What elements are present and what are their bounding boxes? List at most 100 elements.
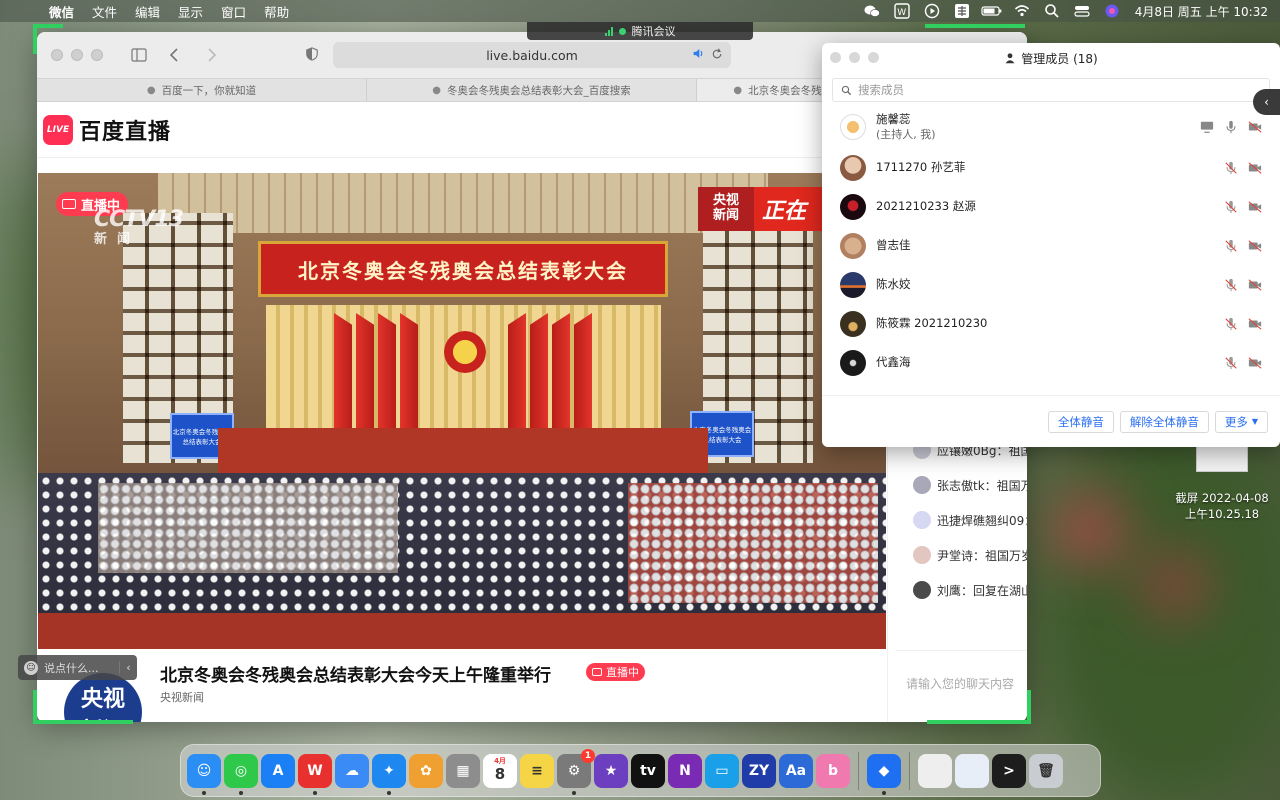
panel-zoom-button[interactable]: [868, 52, 879, 63]
safari-icon[interactable]: ✦: [372, 753, 406, 795]
screenshot-tool-icon[interactable]: ▭: [705, 753, 739, 788]
wifi-icon[interactable]: [1007, 0, 1037, 22]
battery-icon[interactable]: [977, 0, 1007, 22]
menu-edit[interactable]: 编辑: [126, 2, 169, 21]
member-row[interactable]: 施馨蕊 (主持人, 我): [822, 106, 1280, 148]
mute-all-button[interactable]: 全体静音: [1047, 410, 1114, 433]
channel-avatar[interactable]: 央视 新闻: [64, 673, 142, 722]
spotlight-search-icon[interactable]: [1037, 0, 1067, 22]
member-row[interactable]: 陈水姣: [822, 265, 1280, 304]
member-row[interactable]: 曾志佳: [822, 226, 1280, 265]
member-row[interactable]: 陈筱霖 2021210230: [822, 304, 1280, 343]
member-search-input[interactable]: 搜索成员: [832, 78, 1270, 102]
wps-icon[interactable]: W: [298, 753, 332, 795]
apple-tv-icon[interactable]: tv: [631, 753, 665, 788]
recent-doc-1-icon[interactable]: [918, 753, 952, 788]
microphone-muted-icon[interactable]: [1224, 200, 1238, 214]
channel-name[interactable]: 央视新闻: [160, 689, 204, 705]
minimize-window-button[interactable]: [71, 49, 83, 61]
menu-help[interactable]: 帮助: [255, 2, 298, 21]
reload-icon[interactable]: [711, 47, 723, 63]
menubar-clock[interactable]: 4月8日 周五 上午 10:32: [1135, 3, 1268, 20]
recent-doc-2-icon[interactable]: [955, 753, 989, 788]
emoji-icon[interactable]: ☺: [24, 660, 38, 675]
member-row[interactable]: 1711270 孙艺菲: [822, 148, 1280, 187]
trash-icon[interactable]: 🗑: [1029, 753, 1063, 788]
app-store-icon[interactable]: A: [261, 753, 295, 788]
camera-off-icon[interactable]: [1248, 161, 1262, 175]
imovie-icon[interactable]: ★: [594, 753, 628, 788]
dictionary-icon[interactable]: Aa: [779, 753, 813, 788]
panel-minimize-button[interactable]: [849, 52, 860, 63]
microphone-muted-icon[interactable]: [1224, 278, 1238, 292]
system-preferences-icon[interactable]: ⚙ 1: [557, 748, 595, 795]
camera-off-icon[interactable]: [1248, 317, 1262, 331]
tencent-meeting-icon[interactable]: ◆: [867, 753, 901, 795]
share-border-corner: [925, 24, 1025, 28]
wechat-icon[interactable]: ◎: [224, 753, 258, 795]
microphone-muted-icon[interactable]: [1224, 317, 1238, 331]
terminal-icon[interactable]: >: [992, 753, 1026, 788]
member-row[interactable]: 代鑫海: [822, 343, 1280, 382]
address-bar[interactable]: live.baidu.com: [333, 42, 731, 68]
tencent-meeting-status-bar[interactable]: 腾讯会议: [527, 22, 753, 40]
privacy-shield-icon[interactable]: [305, 47, 319, 64]
camera-off-icon[interactable]: [1248, 278, 1262, 292]
video-player[interactable]: 北京冬奥会冬残奥会总结表彰大会 北京冬奥会冬残奥会总结表彰大会 北京冬奥会冬残奥…: [38, 173, 886, 649]
play-tray-icon[interactable]: [917, 0, 947, 22]
siri-icon[interactable]: [1097, 0, 1127, 22]
sidebar-toggle-icon[interactable]: [125, 41, 153, 69]
say-something-input[interactable]: ☺ 说点什么... ‹: [18, 655, 137, 680]
wechat-tray-icon[interactable]: [857, 0, 887, 22]
zy-icon[interactable]: ZY: [742, 753, 776, 788]
file-name-line1: 截屏 2022-04-08: [1175, 491, 1269, 505]
collapse-chevron-icon[interactable]: ‹: [119, 661, 137, 674]
menu-app-name[interactable]: 微信: [40, 2, 83, 21]
screen-share-icon[interactable]: [1200, 120, 1214, 134]
back-arrow-icon[interactable]: [161, 41, 189, 69]
notes-icon[interactable]: ≡: [520, 753, 554, 788]
wps-tray-icon[interactable]: W: [887, 0, 917, 22]
camera-off-icon[interactable]: [1248, 356, 1262, 370]
microphone-icon[interactable]: [1224, 120, 1238, 134]
forward-arrow-icon[interactable]: [197, 41, 225, 69]
microphone-muted-icon[interactable]: [1224, 356, 1238, 370]
photos-icon[interactable]: ✿: [409, 753, 443, 788]
tab-label: 冬奥会冬残奥会总结表彰大会_百度搜索: [446, 84, 631, 97]
finder-icon[interactable]: ☺: [187, 753, 221, 795]
menu-view[interactable]: 显示: [169, 2, 212, 21]
zoom-window-button[interactable]: [91, 49, 103, 61]
unmute-all-button[interactable]: 解除全体静音: [1119, 410, 1209, 433]
dock-glyph: N: [679, 762, 691, 779]
panel-close-button[interactable]: [830, 52, 841, 63]
audio-playing-icon[interactable]: [692, 47, 705, 63]
microphone-muted-icon[interactable]: [1224, 161, 1238, 175]
tab-baidu-search[interactable]: ● 冬奥会冬残奥会总结表彰大会_百度搜索: [367, 79, 697, 101]
member-row[interactable]: 2021210233 赵源: [822, 187, 1280, 226]
baidu-live-logo-icon[interactable]: LIVE: [43, 114, 73, 145]
brand-name[interactable]: 百度直播: [79, 114, 171, 146]
camera-off-icon[interactable]: [1248, 120, 1262, 134]
camera-off-icon[interactable]: [1248, 239, 1262, 253]
baidu-netdisk-icon[interactable]: ☁: [335, 753, 369, 788]
share-border-corner: [1027, 690, 1031, 724]
microphone-muted-icon[interactable]: [1224, 239, 1238, 253]
member-avatar: [840, 232, 866, 259]
control-center-icon[interactable]: [1067, 0, 1097, 22]
member-name: 陈筱霖 2021210230: [876, 316, 988, 331]
menu-window[interactable]: 窗口: [212, 2, 255, 21]
calendar-icon[interactable]: 4月 8: [483, 753, 517, 788]
member-search-placeholder: 搜索成员: [858, 83, 904, 97]
panel-collapse-arrow-icon[interactable]: ‹: [1253, 89, 1280, 115]
close-window-button[interactable]: [51, 49, 63, 61]
input-method-tray-icon[interactable]: [947, 0, 977, 22]
launchpad-icon[interactable]: ▦: [446, 753, 480, 788]
chat-input[interactable]: 请输入您的聊天内容: [896, 650, 1027, 722]
onenote-icon[interactable]: N: [668, 753, 702, 788]
desktop-screenshot-file[interactable]: 截屏 2022-04-08 上午10.25.18: [1172, 440, 1272, 522]
more-button[interactable]: 更多 ▼: [1214, 410, 1268, 433]
tab-baidu-home[interactable]: ● 百度一下，你就知道: [37, 79, 367, 101]
menu-file[interactable]: 文件: [83, 2, 126, 21]
bilibili-icon[interactable]: b: [816, 753, 850, 788]
camera-off-icon[interactable]: [1248, 200, 1262, 214]
